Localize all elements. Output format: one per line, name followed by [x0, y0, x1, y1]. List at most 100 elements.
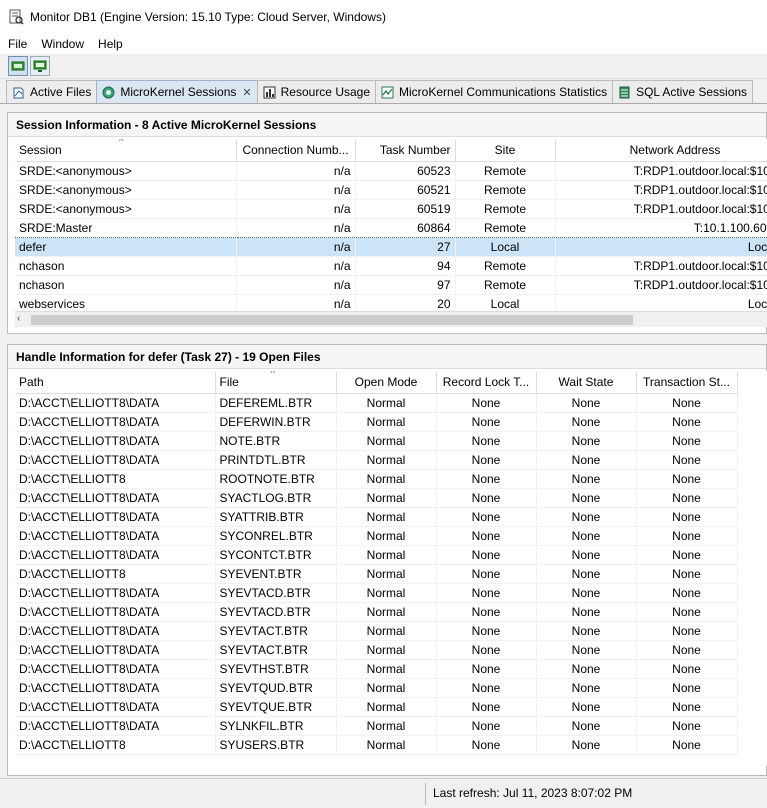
handle-cell: Normal	[336, 640, 437, 660]
handle-row[interactable]: D:\ACCT\ELLIOTT8\DATA PRINTDTL.BTR Normal N…	[15, 450, 738, 470]
column-header-path[interactable]: Path	[15, 371, 216, 394]
handle-row[interactable]: D:\ACCT\ELLIOTT8\DATA SYEVTACD.BTR Normal N…	[15, 602, 738, 622]
handle-cell: D:\ACCT\ELLIOTT8\DATA	[15, 697, 216, 717]
handle-cell: Normal	[336, 393, 437, 413]
column-header-open-mode[interactable]: Open Mode	[336, 371, 437, 394]
toolbar-refresh-button[interactable]	[8, 56, 28, 76]
panel-splitter[interactable]	[0, 336, 767, 344]
handle-cell: None	[536, 640, 637, 660]
menu-help[interactable]: Help	[98, 37, 123, 51]
session-cell: n/a	[236, 180, 356, 200]
handle-cell: PRINTDTL.BTR	[215, 450, 337, 470]
handle-row[interactable]: D:\ACCT\ELLIOTT8\DATA NOTE.BTR Normal None N…	[15, 431, 738, 451]
handle-row[interactable]: D:\ACCT\ELLIOTT8 ROOTNOTE.BTR Normal None No…	[15, 469, 738, 489]
session-row[interactable]: SRDE:<anonymous> n/a 60523 Remote T:RDP1.out…	[15, 161, 767, 181]
column-header-network-address[interactable]: Network Address	[555, 139, 767, 162]
session-horizontal-scrollbar[interactable]: ‹	[15, 311, 767, 327]
session-cell: 97	[355, 275, 456, 295]
column-header-site[interactable]: Site	[455, 139, 556, 162]
session-row[interactable]: SRDE:<anonymous> n/a 60519 Remote T:RDP1.out…	[15, 199, 767, 219]
handle-row[interactable]: D:\ACCT\ELLIOTT8\DATA SYCONREL.BTR Normal N…	[15, 526, 738, 546]
handle-cell: None	[436, 602, 537, 622]
handle-cell: None	[536, 735, 637, 755]
handle-cell: None	[636, 412, 738, 432]
refresh-icon	[11, 61, 25, 71]
tab-sql-active-sessions[interactable]: SQL Active Sessions	[612, 80, 754, 103]
handle-cell: None	[636, 431, 738, 451]
scrollbar-thumb[interactable]	[31, 315, 633, 325]
handle-cell: Normal	[336, 678, 437, 698]
column-header-session[interactable]: ^ Session	[15, 139, 237, 162]
handle-row[interactable]: D:\ACCT\ELLIOTT8\DATA SYEVTACT.BTR Normal N…	[15, 640, 738, 660]
session-cell: n/a	[236, 275, 356, 295]
column-header-record-lock[interactable]: Record Lock T...	[436, 371, 537, 394]
tab-microkernel-sessions[interactable]: MicroKernel Sessions ✕	[96, 80, 258, 103]
session-cell: SRDE:<anonymous>	[15, 199, 237, 219]
title-bar: Monitor DB1 (Engine Version: 15.10 Type:…	[0, 0, 767, 34]
session-cell: n/a	[236, 237, 356, 257]
session-cell: 60864	[355, 217, 456, 238]
handle-cell: SYACTLOG.BTR	[215, 488, 337, 508]
handle-row[interactable]: D:\ACCT\ELLIOTT8\DATA SYEVTACD.BTR Normal N…	[15, 583, 738, 603]
tab-communications-statistics[interactable]: MicroKernel Communications Statistics	[375, 80, 614, 103]
handle-cell: Normal	[336, 526, 437, 546]
session-cell: n/a	[236, 199, 356, 219]
handle-cell: Normal	[336, 431, 437, 451]
handle-cell: None	[536, 659, 637, 679]
session-row[interactable]: defern/a27LocalLocal	[15, 237, 767, 257]
handle-cell: None	[436, 431, 537, 451]
session-row[interactable]: nchason n/a 97 Remote T:RDP1.outdoor.local:$…	[15, 275, 767, 295]
handle-row[interactable]: D:\ACCT\ELLIOTT8\DATA SYATTRIB.BTR Normal N…	[15, 507, 738, 527]
handle-cell: Normal	[336, 659, 437, 679]
handle-cell: None	[436, 678, 537, 698]
handle-cell: None	[436, 735, 537, 755]
handle-cell: D:\ACCT\ELLIOTT8	[15, 469, 216, 489]
column-header-transaction-state[interactable]: Transaction St...	[636, 371, 738, 394]
handle-cell: D:\ACCT\ELLIOTT8	[15, 735, 216, 755]
file-icon	[13, 87, 24, 98]
handle-cell: None	[636, 545, 738, 565]
session-row[interactable]: nchason n/a 94 Remote T:RDP1.outdoor.local:$…	[15, 256, 767, 276]
handle-row[interactable]: D:\ACCT\ELLIOTT8\DATA SYEVTQUD.BTR Normal N…	[15, 678, 738, 698]
session-row[interactable]: SRDE:Mastern/a60864RemoteT:10.1.100.60:0	[15, 217, 767, 238]
handle-panel-title: Handle Information for defer (Task 27) -…	[8, 345, 766, 369]
handle-table-header: Path ^ File Open Mode Record Lock T... Wa…	[15, 371, 738, 394]
handle-row[interactable]: D:\ACCT\ELLIOTT8 SYEVENT.BTR Normal None Non…	[15, 564, 738, 584]
handle-cell: D:\ACCT\ELLIOTT8\DATA	[15, 393, 216, 413]
handle-row[interactable]: D:\ACCT\ELLIOTT8\DATA SYEVTACT.BTR Normal N…	[15, 621, 738, 641]
handle-row[interactable]: D:\ACCT\ELLIOTT8\DATA SYEVTQUE.BTR Normal N…	[15, 697, 738, 717]
handle-cell: None	[636, 621, 738, 641]
tab-active-files[interactable]: Active Files	[6, 80, 98, 103]
handle-row[interactable]: D:\ACCT\ELLIOTT8\DATA SYACTLOG.BTR Normal N…	[15, 488, 738, 508]
tab-resource-usage[interactable]: Resource Usage	[256, 80, 377, 103]
handle-cell: None	[436, 583, 537, 603]
handle-cell: None	[536, 412, 637, 432]
handle-row[interactable]: D:\ACCT\ELLIOTT8\DATA SYCONTCT.BTR Normal N…	[15, 545, 738, 565]
handle-row[interactable]: D:\ACCT\ELLIOTT8\DATA SYLNKFIL.BTR Normal N…	[15, 716, 738, 736]
menu-file[interactable]: File	[8, 37, 27, 51]
handle-cell: None	[536, 431, 637, 451]
scroll-left-icon[interactable]: ‹	[17, 313, 20, 324]
session-row[interactable]: webservicesn/a20LocalLocal	[15, 294, 767, 311]
handle-row[interactable]: D:\ACCT\ELLIOTT8\DATA DEFERWIN.BTR Normal N…	[15, 412, 738, 432]
session-cell: n/a	[236, 294, 356, 311]
column-header-connection-number[interactable]: Connection Numb...	[236, 139, 356, 162]
handle-cell: Normal	[336, 735, 437, 755]
session-row[interactable]: SRDE:<anonymous> n/a 60521 Remote T:RDP1.out…	[15, 180, 767, 200]
menu-window[interactable]: Window	[41, 37, 84, 51]
handle-cell: None	[536, 621, 637, 641]
handle-row[interactable]: D:\ACCT\ELLIOTT8 SYUSERS.BTR Normal None Non…	[15, 735, 738, 755]
handle-row[interactable]: D:\ACCT\ELLIOTT8\DATA SYEVTHST.BTR Normal N…	[15, 659, 738, 679]
line-chart-icon	[381, 86, 394, 98]
close-icon[interactable]: ✕	[242, 86, 251, 99]
handle-cell: None	[536, 678, 637, 698]
sessions-icon	[102, 86, 115, 98]
handle-row[interactable]: D:\ACCT\ELLIOTT8\DATA DEFEREML.BTR Normal N…	[15, 393, 738, 413]
column-header-file[interactable]: ^ File	[215, 371, 337, 394]
handle-cell: None	[636, 716, 738, 736]
column-header-wait-state[interactable]: Wait State	[536, 371, 637, 394]
toolbar-monitor-button[interactable]	[30, 56, 50, 76]
handle-cell: D:\ACCT\ELLIOTT8\DATA	[15, 602, 216, 622]
column-header-task-number[interactable]: Task Number	[355, 139, 456, 162]
handle-cell: Normal	[336, 697, 437, 717]
